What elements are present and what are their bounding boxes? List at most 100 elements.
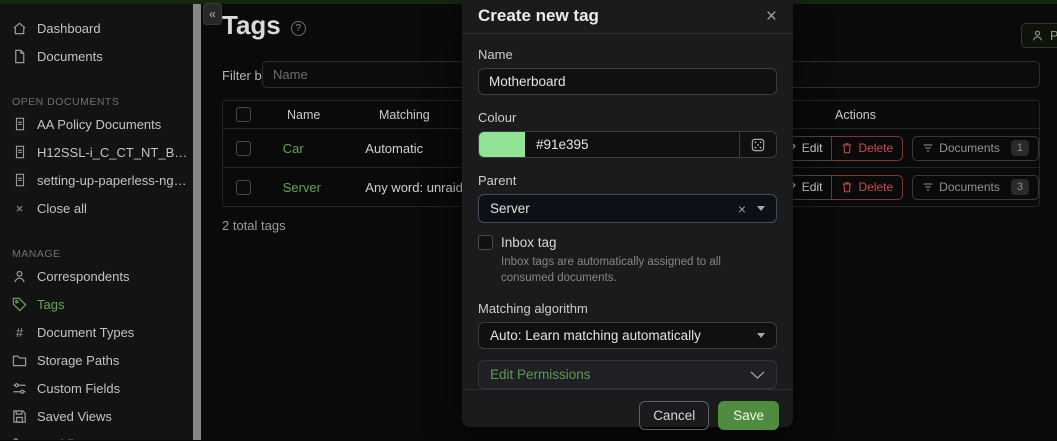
sidebar-item-label: Tags	[37, 297, 64, 312]
sidebar-open-doc-1[interactable]: AA Policy Documents	[12, 110, 189, 138]
sidebar-item-storage-paths[interactable]: Storage Paths	[12, 346, 189, 374]
total-tags-summary: 2 total tags	[222, 218, 286, 233]
sidebar-item-workflows[interactable]: Workflows	[12, 430, 189, 440]
edit-permissions-label: Edit Permissions	[490, 367, 591, 382]
folder-icon	[12, 353, 27, 368]
sidebar-close-all[interactable]: × Close all	[12, 194, 189, 222]
edit-button-label: Edit	[802, 180, 823, 194]
sliders-icon	[12, 381, 27, 396]
name-label: Name	[478, 47, 777, 62]
create-new-tag-modal: Create new tag × Name Colour Parent S	[462, 0, 793, 427]
sidebar-collapse-toggle[interactable]: «	[203, 3, 222, 25]
column-header-name[interactable]: Name	[278, 108, 379, 122]
documents-filter-button[interactable]: Documents 1	[912, 136, 1039, 161]
document-count-badge: 1	[1011, 140, 1029, 156]
clear-selection-icon[interactable]: ×	[738, 202, 746, 216]
colour-hex-input[interactable]	[525, 132, 739, 157]
person-icon	[12, 269, 27, 284]
sidebar-scrollbar[interactable]	[193, 4, 201, 440]
parent-select-value: Server	[490, 201, 530, 216]
select-all-checkbox[interactable]	[236, 107, 251, 122]
file-text-icon	[12, 145, 27, 160]
modal-footer: Cancel Save	[462, 389, 793, 441]
modal-header: Create new tag ×	[462, 0, 793, 34]
filter-icon	[922, 181, 934, 193]
matching-algorithm-select[interactable]: Auto: Learn matching automatically	[478, 322, 777, 349]
inbox-tag-hint: Inbox tags are automatically assigned to…	[501, 255, 777, 286]
sidebar-open-doc-3[interactable]: setting-up-paperless-ngx-part-one	[12, 166, 189, 194]
sidebar-item-label: Custom Fields	[37, 381, 120, 396]
sidebar-item-documents[interactable]: Documents	[12, 42, 189, 70]
sidebar-item-label: Correspondents	[37, 269, 130, 284]
parent-select[interactable]: Server ×	[478, 194, 777, 223]
edit-button-label: Edit	[802, 141, 823, 155]
chevron-down-icon	[757, 206, 765, 211]
matching-algorithm-value: Auto: Learn matching automatically	[490, 328, 701, 343]
sidebar-section-open-documents: OPEN DOCUMENTS	[12, 90, 189, 108]
permissions-button[interactable]: Pe	[1021, 23, 1057, 48]
sidebar-item-label: Document Types	[37, 325, 134, 340]
save-button[interactable]: Save	[718, 401, 779, 430]
file-text-icon	[12, 173, 27, 188]
random-colour-button[interactable]	[739, 132, 776, 157]
sidebar-item-label: Saved Views	[37, 409, 112, 424]
sidebar-item-label: setting-up-paperless-ngx-part-one	[37, 173, 189, 188]
delete-button[interactable]: Delete	[831, 136, 903, 161]
filter-icon	[922, 142, 934, 154]
row-checkbox[interactable]	[236, 141, 251, 156]
sidebar-item-label: Close all	[37, 201, 87, 216]
sidebar-item-label: Storage Paths	[37, 353, 119, 368]
close-icon: ×	[12, 201, 27, 216]
permissions-button-label: Pe	[1050, 29, 1057, 43]
documents-button-label: Documents	[939, 180, 1000, 194]
tag-name-link[interactable]: Server	[283, 180, 321, 195]
sidebar-item-label: Dashboard	[37, 21, 101, 36]
documents-button-label: Documents	[939, 141, 1000, 155]
home-icon	[12, 21, 27, 36]
delete-button[interactable]: Delete	[831, 175, 903, 200]
sidebar-item-custom-fields[interactable]: Custom Fields	[12, 374, 189, 402]
close-icon[interactable]: ×	[766, 7, 777, 26]
colour-swatch	[479, 132, 525, 157]
save-icon	[12, 409, 27, 424]
tag-name-link[interactable]: Car	[283, 141, 304, 156]
parent-label: Parent	[478, 173, 777, 188]
sidebar-item-correspondents[interactable]: Correspondents	[12, 262, 189, 290]
person-icon	[1031, 29, 1044, 42]
tag-name-input[interactable]	[478, 68, 777, 95]
help-icon[interactable]: ?	[291, 21, 306, 36]
sidebar-item-document-types[interactable]: # Document Types	[12, 318, 189, 346]
modal-body: Name Colour Parent Server ×	[462, 34, 793, 389]
document-count-badge: 3	[1011, 179, 1029, 195]
sidebar-item-tags[interactable]: Tags	[12, 290, 189, 318]
file-icon	[12, 49, 27, 64]
delete-button-label: Delete	[858, 180, 893, 194]
row-checkbox[interactable]	[236, 180, 251, 195]
matching-algorithm-label: Matching algorithm	[478, 301, 777, 316]
colour-label: Colour	[478, 110, 777, 125]
sidebar-item-saved-views[interactable]: Saved Views	[12, 402, 189, 430]
column-header-actions: Actions	[834, 108, 1039, 122]
sidebar: Dashboard Documents OPEN DOCUMENTS AA Po…	[0, 4, 193, 440]
inbox-tag-label: Inbox tag	[501, 235, 557, 250]
dice-icon	[751, 138, 765, 152]
delete-button-label: Delete	[858, 141, 893, 155]
workflow-icon	[12, 437, 27, 441]
sidebar-item-label: Documents	[37, 49, 103, 64]
sidebar-item-dashboard[interactable]: Dashboard	[12, 14, 189, 42]
documents-filter-button[interactable]: Documents 3	[912, 175, 1039, 200]
file-text-icon	[12, 117, 27, 132]
modal-title: Create new tag	[478, 6, 599, 26]
sidebar-item-label: Workflows	[37, 437, 97, 441]
trash-icon	[841, 142, 853, 154]
cancel-button[interactable]: Cancel	[639, 401, 709, 430]
inbox-tag-checkbox[interactable]	[478, 235, 493, 250]
page-title-text: Tags	[222, 10, 281, 41]
hash-icon: #	[12, 325, 27, 340]
chevron-down-icon	[750, 371, 765, 379]
sidebar-item-label: H12SSL-i_C_CT_NT_BIOS_3.3_rele...	[37, 145, 189, 160]
chevron-down-icon	[757, 333, 765, 338]
sidebar-section-manage: MANAGE	[12, 242, 189, 260]
edit-permissions-accordion[interactable]: Edit Permissions	[478, 360, 777, 389]
sidebar-open-doc-2[interactable]: H12SSL-i_C_CT_NT_BIOS_3.3_rele...	[12, 138, 189, 166]
